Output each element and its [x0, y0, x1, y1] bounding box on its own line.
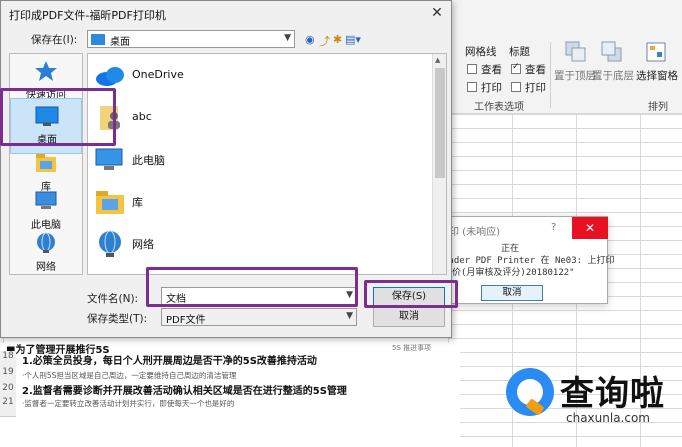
- view-menu-icon[interactable]: ▤▾: [345, 33, 361, 46]
- sheet-content: ■为了管理开展推行5S 18 1.必策全员投身，每日个人刑开展周边是否干净的5S…: [0, 343, 460, 447]
- gridlines-print-checkbox[interactable]: [467, 82, 477, 92]
- scroll-up-icon[interactable]: ▲: [435, 56, 440, 64]
- folder-icon: [94, 270, 126, 275]
- watermark-logo: 查询啦 chaxunla.com: [470, 356, 682, 447]
- bring-forward-icon: [565, 41, 586, 62]
- cancel-button[interactable]: 取消: [373, 307, 445, 327]
- star-icon: [35, 61, 57, 81]
- network-icon: [37, 232, 55, 253]
- gridlines-print-label: 打印: [481, 82, 502, 94]
- file-list-scrollbar[interactable]: ▲: [432, 54, 446, 274]
- scrollbar-thumb[interactable]: [435, 68, 445, 178]
- computer-icon: [35, 191, 57, 209]
- library-icon: [36, 154, 56, 172]
- desktop-small-icon: [91, 34, 105, 45]
- gridlines-label: 网格线: [465, 46, 497, 58]
- list-item-label: 网络: [132, 238, 154, 251]
- save-in-value: 桌面: [110, 37, 130, 48]
- dialog-title: 打印成PDF文件-福昕PDF打印机: [9, 9, 166, 22]
- back-icon[interactable]: ◉: [305, 33, 315, 46]
- save-in-label: 保存在(I):: [31, 34, 78, 46]
- up-folder-icon[interactable]: ⤴: [319, 33, 330, 49]
- filetype-value: PDF文件: [166, 315, 206, 326]
- send-backward-button[interactable]: 置于底层: [592, 68, 634, 83]
- list-item-abc[interactable]: abc: [92, 100, 422, 136]
- network-icon: [99, 230, 121, 257]
- dialog-close-icon[interactable]: ✕: [425, 3, 449, 23]
- row-number: 21: [0, 397, 16, 417]
- busy-dialog-title: 印 (未响应): [449, 227, 500, 238]
- computer-icon: [95, 148, 123, 170]
- list-item-label: OneDrive: [132, 68, 184, 81]
- headings-view-label: 查看: [525, 64, 546, 76]
- watermark-url: chaxunla.com: [566, 411, 650, 425]
- bring-forward-button[interactable]: 置于顶层: [554, 68, 596, 83]
- filetype-select[interactable]: PDF文件 ▼: [161, 308, 357, 326]
- list-item-network[interactable]: 网络: [92, 226, 422, 262]
- headings-print-checkbox[interactable]: [511, 82, 521, 92]
- gridlines-view-checkbox[interactable]: [467, 64, 477, 74]
- list-item-onedrive[interactable]: OneDrive: [92, 58, 422, 94]
- busy-cancel-button[interactable]: 取消: [481, 285, 543, 301]
- list-item-label: 库: [132, 196, 143, 209]
- headings-print-label: 打印: [525, 82, 546, 94]
- onedrive-icon: [96, 67, 124, 86]
- help-icon[interactable]: ?: [551, 222, 556, 233]
- list-item-label: abc: [132, 110, 152, 123]
- headings-view-checkbox[interactable]: [511, 62, 521, 74]
- filetype-label: 保存类型(T):: [87, 313, 148, 325]
- highlight-filename: [146, 267, 358, 307]
- highlight-save: [364, 280, 458, 308]
- list-item-library[interactable]: 库: [92, 184, 422, 220]
- sheet-row-text: ·监督者一定要转立改善活动计划并实行，即使每天一个也是好的: [22, 399, 235, 408]
- sheet-row-text: 2.监督者需要诊断并开展改善活动确认相关区域是否在进行整适的5S管理: [22, 386, 347, 397]
- sheet-right-note: 5S 推进事项: [392, 344, 432, 352]
- arrange-group-label: 排列: [648, 102, 668, 113]
- new-folder-icon[interactable]: ✱: [333, 33, 342, 46]
- places-bar: 快速访问 桌面 库 此电脑 网络: [9, 53, 83, 275]
- gridlines-view-label: 查看: [481, 64, 502, 76]
- file-list: OneDrive abc 此电脑 库 网络 ▲: [87, 53, 447, 275]
- sheet-row-text: 1.必策全员投身，每日个人刑开展周边是否干净的5S改善推持活动: [22, 356, 317, 367]
- printing-progress-dialog: 印 (未响应) ? ✕ 正在 eader PDF Printer 在 Ne03:…: [440, 216, 614, 304]
- selection-pane-icon: [646, 42, 666, 62]
- save-in-combo[interactable]: 桌面 ▼: [87, 30, 295, 48]
- library-icon: [96, 191, 124, 214]
- place-network[interactable]: 网络: [10, 226, 82, 282]
- watermark-text: 查询啦: [560, 374, 665, 414]
- send-backward-icon: [601, 41, 622, 62]
- chevron-down-icon: ▼: [346, 311, 353, 321]
- list-item-label: 此电脑: [132, 154, 165, 167]
- sheet-options-group-label: 工作表选项: [474, 102, 524, 113]
- excel-ribbon: 网格线 标题 查看 查看 打印 打印 工作表选项 置于顶层 置于底层 选择窗格 …: [448, 0, 682, 114]
- sheet-row-text: ·个人刑5S担当区域是自己周边，一定要维持自己周边的清洁管理: [22, 371, 237, 380]
- highlight-desktop: [0, 88, 116, 146]
- chevron-down-icon: ▼: [284, 33, 291, 43]
- close-icon[interactable]: ✕: [572, 217, 608, 239]
- filename-label: 文件名(N):: [87, 293, 139, 305]
- busy-status-line: 评价(月审核及评分)20180122": [443, 268, 575, 278]
- list-item-this-pc[interactable]: 此电脑: [92, 142, 422, 178]
- headings-label: 标题: [509, 46, 530, 58]
- selection-pane-button[interactable]: 选择窗格: [636, 68, 678, 83]
- ribbon-separator: [550, 42, 551, 108]
- place-label: 网络: [36, 262, 56, 273]
